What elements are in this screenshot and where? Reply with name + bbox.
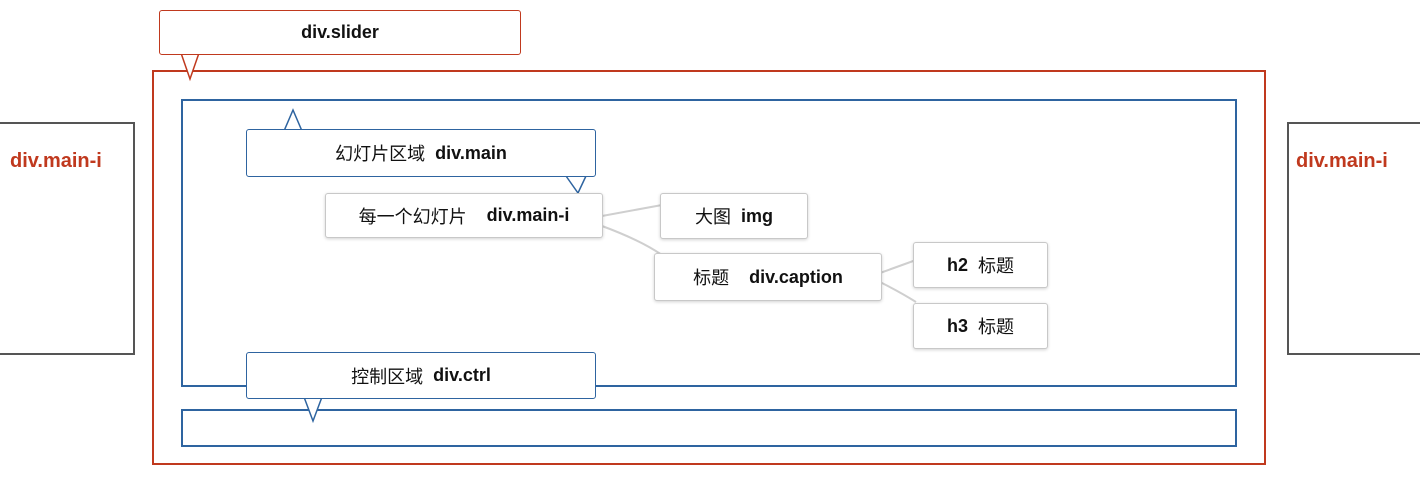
slider-callout: div.slider bbox=[159, 10, 521, 55]
slider-callout-code: div.slider bbox=[301, 22, 379, 42]
main-i-callout-text: 每一个幻灯片 bbox=[358, 206, 467, 227]
main-callout-text: 幻灯片区域 bbox=[335, 144, 426, 164]
main-callout-code: div.main bbox=[435, 142, 507, 163]
h2-callout-text: 标题 bbox=[978, 256, 1014, 276]
h2-callout: h2 标题 bbox=[913, 242, 1048, 288]
side-slide-right-label: div.main-i bbox=[1296, 150, 1388, 172]
h3-callout: h3 标题 bbox=[913, 303, 1048, 349]
img-callout-text: 大图 bbox=[694, 207, 731, 227]
main-callout: 幻灯片区域 div.main bbox=[246, 129, 596, 177]
img-callout: 大图 img bbox=[660, 193, 808, 239]
caption-callout: 标题 div.caption bbox=[654, 253, 882, 301]
main-i-callout-code: div.main-i bbox=[486, 205, 570, 225]
ctrl-callout: 控制区域 div.ctrl bbox=[246, 352, 596, 399]
caption-callout-text: 标题 bbox=[693, 268, 730, 288]
h3-callout-text: 标题 bbox=[978, 317, 1014, 337]
caption-callout-code: div.caption bbox=[749, 266, 843, 287]
h3-callout-code: h3 bbox=[946, 315, 968, 336]
ctrl-callout-code: div.ctrl bbox=[433, 365, 491, 385]
img-callout-code: img bbox=[740, 205, 773, 226]
ctrl-area bbox=[181, 409, 1237, 447]
main-i-callout: 每一个幻灯片 div.main-i bbox=[325, 193, 603, 238]
diagram-canvas: div.main-i div.main-i div.slider 幻灯片区域 d… bbox=[0, 0, 1420, 481]
side-slide-left-label: div.main-i bbox=[10, 150, 102, 172]
ctrl-callout-text: 控制区域 bbox=[351, 366, 424, 387]
h2-callout-code: h2 bbox=[946, 254, 968, 275]
